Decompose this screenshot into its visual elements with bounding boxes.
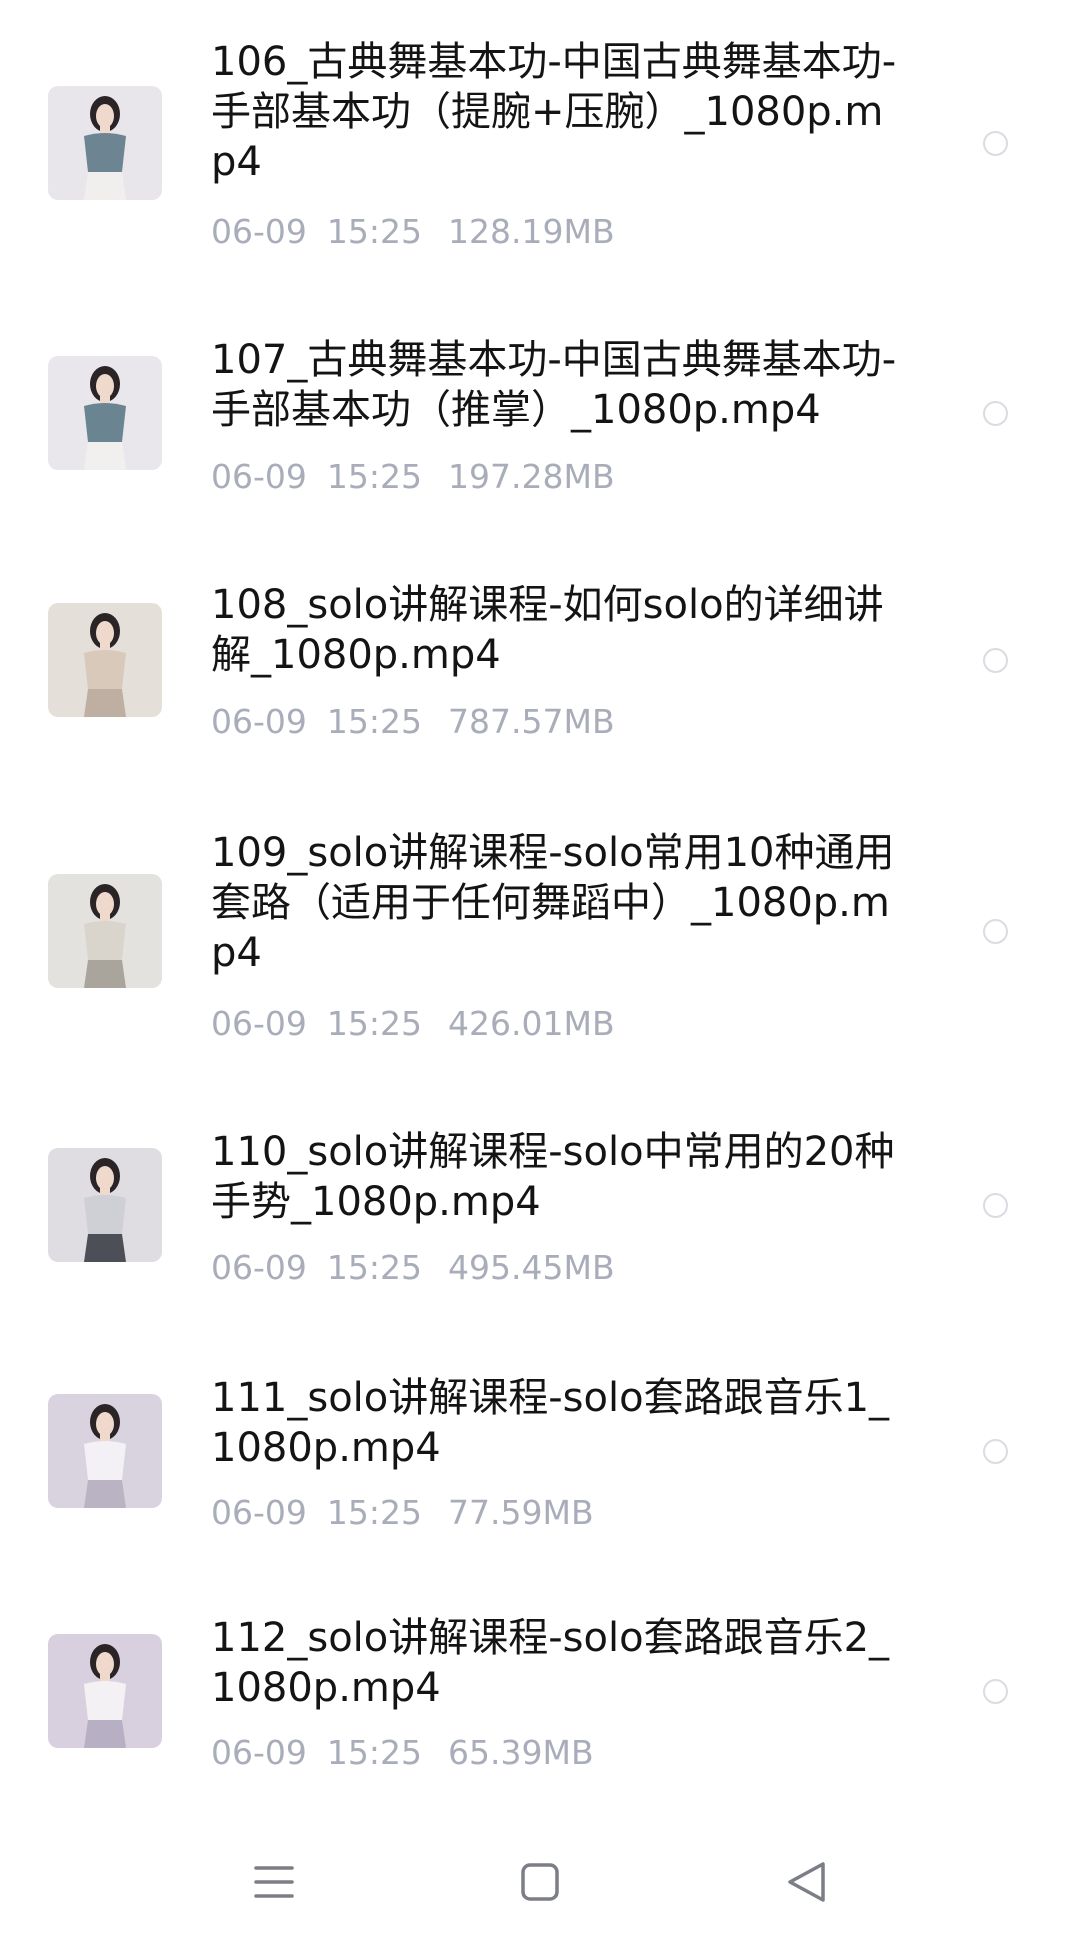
video-thumbnail — [48, 603, 162, 717]
figure-torso — [84, 1681, 126, 1720]
figure-face — [96, 374, 114, 398]
system-nav-bar — [0, 1830, 1080, 1939]
video-thumbnail — [48, 86, 162, 200]
figure-face — [96, 1652, 114, 1676]
select-radio[interactable] — [983, 919, 1008, 944]
figure-face — [96, 621, 114, 645]
file-time: 15:25 — [326, 1733, 422, 1772]
file-date: 06-09 — [211, 1733, 307, 1772]
file-time: 15:25 — [326, 457, 422, 496]
figure-legs — [84, 1720, 126, 1748]
select-radio[interactable] — [983, 131, 1008, 156]
figure-face — [96, 104, 114, 128]
figure-legs — [84, 1480, 126, 1508]
list-item[interactable]: 109_solo讲解课程-solo常用10种通用套路（适用于任何舞蹈中）_108… — [0, 760, 1080, 1050]
list-item[interactable]: 112_solo讲解课程-solo套路跟音乐2_1080p.mp4 06-09 1… — [0, 1550, 1080, 1800]
file-meta: 06-09 15:25 77.59MB — [211, 1493, 594, 1533]
figure-legs — [84, 442, 126, 470]
list-item[interactable]: 111_solo讲解课程-solo套路跟音乐1_1080p.mp4 06-09 1… — [0, 1310, 1080, 1550]
file-time: 15:25 — [326, 1248, 422, 1287]
back-triangle-icon[interactable] — [766, 1852, 846, 1912]
file-meta: 06-09 15:25 495.45MB — [211, 1248, 615, 1288]
file-name: 108_solo讲解课程-如何solo的详细讲解_1080p.mp4 — [211, 582, 884, 678]
figure-legs — [84, 960, 126, 988]
figure-torso — [84, 921, 126, 960]
file-time: 15:25 — [326, 702, 422, 741]
file-size: 197.28MB — [448, 457, 615, 496]
file-date: 06-09 — [211, 457, 307, 496]
select-radio[interactable] — [983, 1439, 1008, 1464]
figure-legs — [84, 1234, 126, 1262]
video-thumbnail — [48, 1148, 162, 1262]
figure-torso — [84, 1441, 126, 1480]
menu-icon[interactable] — [234, 1852, 314, 1912]
file-name: 110_solo讲解课程-solo中常用的20种手势_1080p.mp4 — [211, 1129, 895, 1225]
file-meta: 06-09 15:25 197.28MB — [211, 457, 615, 497]
list-item[interactable]: 106_古典舞基本功-中国古典舞基本功-手部基本功（提腕+压腕）_1080p.m… — [0, 0, 1080, 260]
file-name: 111_solo讲解课程-solo套路跟音乐1_1080p.mp4 — [211, 1375, 890, 1471]
video-thumbnail — [48, 874, 162, 988]
file-date: 06-09 — [211, 212, 307, 251]
file-meta: 06-09 15:25 426.01MB — [211, 1004, 615, 1044]
figure-legs — [84, 172, 126, 200]
file-date: 06-09 — [211, 1493, 307, 1532]
video-thumbnail — [48, 1634, 162, 1748]
file-name: 109_solo讲解课程-solo常用10种通用套路（适用于任何舞蹈中）_108… — [211, 830, 895, 976]
file-size: 77.59MB — [448, 1493, 594, 1532]
file-meta: 06-09 15:25 65.39MB — [211, 1733, 594, 1773]
video-thumbnail — [48, 356, 162, 470]
file-time: 15:25 — [326, 1004, 422, 1043]
file-date: 06-09 — [211, 1248, 307, 1287]
figure-torso — [84, 133, 126, 172]
file-meta: 06-09 15:25 787.57MB — [211, 702, 615, 742]
figure-face — [96, 1166, 114, 1190]
file-name: 107_古典舞基本功-中国古典舞基本功-手部基本功（推掌）_1080p.mp4 — [211, 337, 897, 433]
file-time: 15:25 — [326, 1493, 422, 1532]
file-size: 426.01MB — [448, 1004, 615, 1043]
select-radio[interactable] — [983, 1679, 1008, 1704]
file-size: 787.57MB — [448, 702, 615, 741]
select-radio[interactable] — [983, 648, 1008, 673]
figure-legs — [84, 689, 126, 717]
file-date: 06-09 — [211, 702, 307, 741]
video-thumbnail — [48, 1394, 162, 1508]
home-square-icon[interactable] — [500, 1852, 580, 1912]
list-item[interactable]: 110_solo讲解课程-solo中常用的20种手势_1080p.mp4 06-… — [0, 1050, 1080, 1310]
file-size: 65.39MB — [448, 1733, 594, 1772]
file-date: 06-09 — [211, 1004, 307, 1043]
file-name: 112_solo讲解课程-solo套路跟音乐2_1080p.mp4 — [211, 1615, 890, 1711]
file-name: 106_古典舞基本功-中国古典舞基本功-手部基本功（提腕+压腕）_1080p.m… — [211, 39, 897, 185]
figure-torso — [84, 403, 126, 442]
figure-torso — [84, 1195, 126, 1234]
file-time: 15:25 — [326, 212, 422, 251]
figure-torso — [84, 650, 126, 689]
figure-face — [96, 1412, 114, 1436]
select-radio[interactable] — [983, 1193, 1008, 1218]
file-size: 128.19MB — [448, 212, 615, 251]
figure-face — [96, 892, 114, 916]
file-size: 495.45MB — [448, 1248, 615, 1287]
file-meta: 06-09 15:25 128.19MB — [211, 212, 615, 252]
list-item[interactable]: 107_古典舞基本功-中国古典舞基本功-手部基本功（推掌）_1080p.mp4 … — [0, 260, 1080, 500]
select-radio[interactable] — [983, 401, 1008, 426]
list-item[interactable]: 108_solo讲解课程-如何solo的详细讲解_1080p.mp4 06-09… — [0, 500, 1080, 760]
